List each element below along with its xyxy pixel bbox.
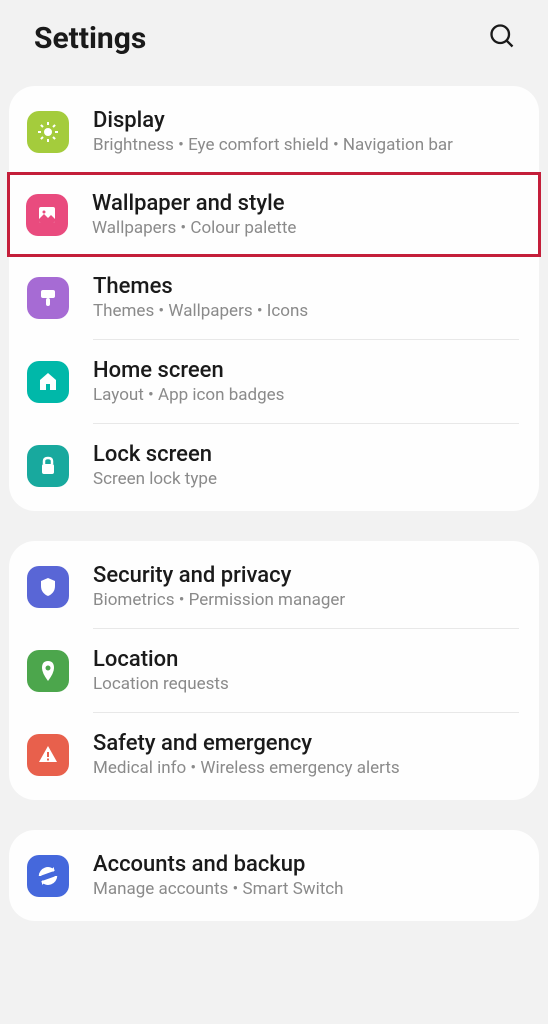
settings-item-home-screen[interactable]: Home screen Layout • App icon badges [9, 340, 539, 423]
settings-item-themes[interactable]: Themes Themes • Wallpapers • Icons [9, 256, 539, 339]
sun-icon [27, 111, 69, 153]
item-title: Security and privacy [93, 563, 519, 588]
header: Settings [0, 0, 548, 86]
settings-item-wallpaper[interactable]: Wallpaper and style Wallpapers • Colour … [8, 173, 540, 256]
item-subtitle: Screen lock type [93, 469, 519, 489]
item-text: Display Brightness • Eye comfort shield … [93, 108, 519, 155]
item-subtitle: Location requests [93, 674, 519, 694]
item-subtitle: Medical info • Wireless emergency alerts [93, 758, 519, 778]
item-title: Display [93, 108, 519, 133]
settings-item-lock-screen[interactable]: Lock screen Screen lock type [9, 424, 539, 507]
settings-card: Accounts and backup Manage accounts • Sm… [9, 830, 539, 921]
item-title: Lock screen [93, 442, 519, 467]
item-text: Themes Themes • Wallpapers • Icons [93, 274, 519, 321]
item-text: Wallpaper and style Wallpapers • Colour … [92, 191, 520, 238]
brush-icon [27, 277, 69, 319]
item-text: Safety and emergency Medical info • Wire… [93, 731, 519, 778]
lock-icon [27, 445, 69, 487]
warning-icon [27, 734, 69, 776]
home-icon [27, 361, 69, 403]
item-text: Location Location requests [93, 647, 519, 694]
picture-icon [26, 194, 68, 236]
settings-item-security[interactable]: Security and privacy Biometrics • Permis… [9, 545, 539, 628]
sync-icon [27, 855, 69, 897]
item-text: Lock screen Screen lock type [93, 442, 519, 489]
item-subtitle: Brightness • Eye comfort shield • Naviga… [93, 135, 519, 155]
item-title: Themes [93, 274, 519, 299]
item-subtitle: Themes • Wallpapers • Icons [93, 301, 519, 321]
settings-item-accounts[interactable]: Accounts and backup Manage accounts • Sm… [9, 834, 539, 917]
item-subtitle: Manage accounts • Smart Switch [93, 879, 519, 899]
search-button[interactable] [484, 18, 520, 58]
page-title: Settings [34, 21, 146, 56]
item-text: Security and privacy Biometrics • Permis… [93, 563, 519, 610]
settings-item-location[interactable]: Location Location requests [9, 629, 539, 712]
settings-item-display[interactable]: Display Brightness • Eye comfort shield … [9, 90, 539, 173]
settings-card: Security and privacy Biometrics • Permis… [9, 541, 539, 800]
search-icon [488, 22, 516, 50]
item-title: Home screen [93, 358, 519, 383]
settings-card: Display Brightness • Eye comfort shield … [9, 86, 539, 511]
shield-icon [27, 566, 69, 608]
item-text: Accounts and backup Manage accounts • Sm… [93, 852, 519, 899]
item-subtitle: Layout • App icon badges [93, 385, 519, 405]
settings-item-safety[interactable]: Safety and emergency Medical info • Wire… [9, 713, 539, 796]
item-text: Home screen Layout • App icon badges [93, 358, 519, 405]
item-title: Location [93, 647, 519, 672]
pin-icon [27, 650, 69, 692]
item-subtitle: Biometrics • Permission manager [93, 590, 519, 610]
item-title: Safety and emergency [93, 731, 519, 756]
item-title: Accounts and backup [93, 852, 519, 877]
item-subtitle: Wallpapers • Colour palette [92, 218, 520, 238]
item-title: Wallpaper and style [92, 191, 520, 216]
